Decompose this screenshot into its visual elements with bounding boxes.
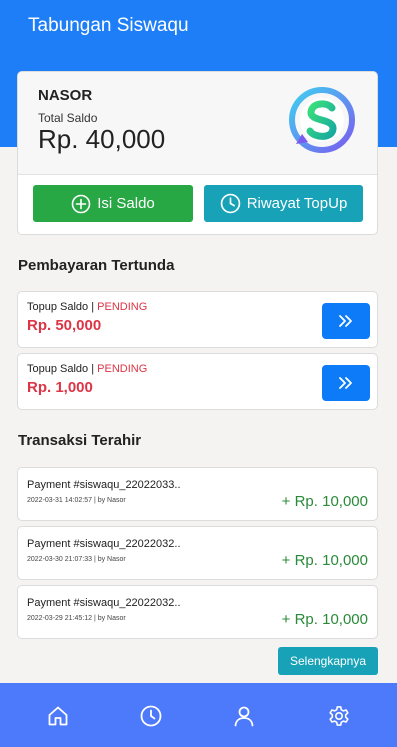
transaction-item[interactable]: Payment #siswaqu_22022032.. 2022-03-30 2… <box>17 526 378 580</box>
pending-payment-item[interactable]: Topup Saldo | PENDING Rp. 50,000 <box>17 291 378 348</box>
double-chevron-right-icon <box>339 315 352 327</box>
user-name: NASOR <box>38 87 93 104</box>
pending-amount: Rp. 1,000 <box>27 379 93 396</box>
topup-button-label: Isi Saldo <box>97 195 155 212</box>
siswaqu-logo-icon <box>289 87 355 153</box>
app-title: Tabungan Siswaqu <box>28 15 189 36</box>
topup-history-button[interactable]: Riwayat TopUp <box>204 185 363 222</box>
transaction-meta: 2022-03-31 14:02:57 | by Nasor <box>27 497 126 504</box>
pending-continue-button[interactable] <box>322 365 370 401</box>
topup-button[interactable]: Isi Saldo <box>33 185 193 222</box>
pending-label: Topup Saldo <box>27 363 89 375</box>
pending-continue-button[interactable] <box>322 303 370 339</box>
transaction-meta: 2022-03-29 21:45:12 | by Nasor <box>27 615 126 622</box>
double-chevron-right-icon <box>339 377 352 389</box>
pending-status: PENDING <box>97 301 148 313</box>
account-summary-card: NASOR Total Saldo Rp. 40,000 Isi Saldo R… <box>17 71 378 235</box>
transaction-amount: + Rp. 10,000 <box>281 493 368 510</box>
transaction-item[interactable]: Payment #siswaqu_22022033.. 2022-03-31 1… <box>17 467 378 521</box>
transaction-title: Payment #siswaqu_22022032.. <box>27 538 181 550</box>
topup-history-button-label: Riwayat TopUp <box>246 195 348 212</box>
bottom-navigation <box>0 683 397 747</box>
user-icon <box>234 706 254 727</box>
home-icon <box>48 706 68 726</box>
transaction-meta: 2022-03-30 21:07:33 | by Nasor <box>27 556 126 563</box>
transaction-item[interactable]: Payment #siswaqu_22022032.. 2022-03-29 2… <box>17 585 378 639</box>
transaction-amount: + Rp. 10,000 <box>281 552 368 569</box>
clock-icon <box>220 193 240 214</box>
pending-status: PENDING <box>97 363 148 375</box>
nav-home[interactable] <box>46 704 70 728</box>
pending-separator: | <box>91 363 95 375</box>
see-more-button[interactable]: Selengkapnya <box>278 647 378 675</box>
pending-amount: Rp. 50,000 <box>27 317 102 334</box>
transaction-amount: + Rp. 10,000 <box>281 611 368 628</box>
plus-circle-icon <box>71 194 91 213</box>
gear-icon <box>329 706 349 726</box>
saldo-value: Rp. 40,000 <box>38 124 166 154</box>
pending-payment-item[interactable]: Topup Saldo | PENDING Rp. 1,000 <box>17 353 378 410</box>
transaction-title: Payment #siswaqu_22022032.. <box>27 597 181 609</box>
account-info: NASOR Total Saldo Rp. 40,000 <box>18 72 377 175</box>
nav-settings[interactable] <box>327 704 351 728</box>
transactions-section-title: Transaksi Terahir <box>18 432 142 449</box>
saldo-label: Total Saldo <box>38 111 98 125</box>
pending-section-title: Pembayaran Tertunda <box>18 257 175 274</box>
pending-separator: | <box>91 301 95 313</box>
transaction-title: Payment #siswaqu_22022033.. <box>27 479 181 491</box>
clock-icon <box>140 705 162 727</box>
nav-profile[interactable] <box>232 704 256 728</box>
nav-history[interactable] <box>139 704 163 728</box>
pending-label: Topup Saldo <box>27 301 89 313</box>
